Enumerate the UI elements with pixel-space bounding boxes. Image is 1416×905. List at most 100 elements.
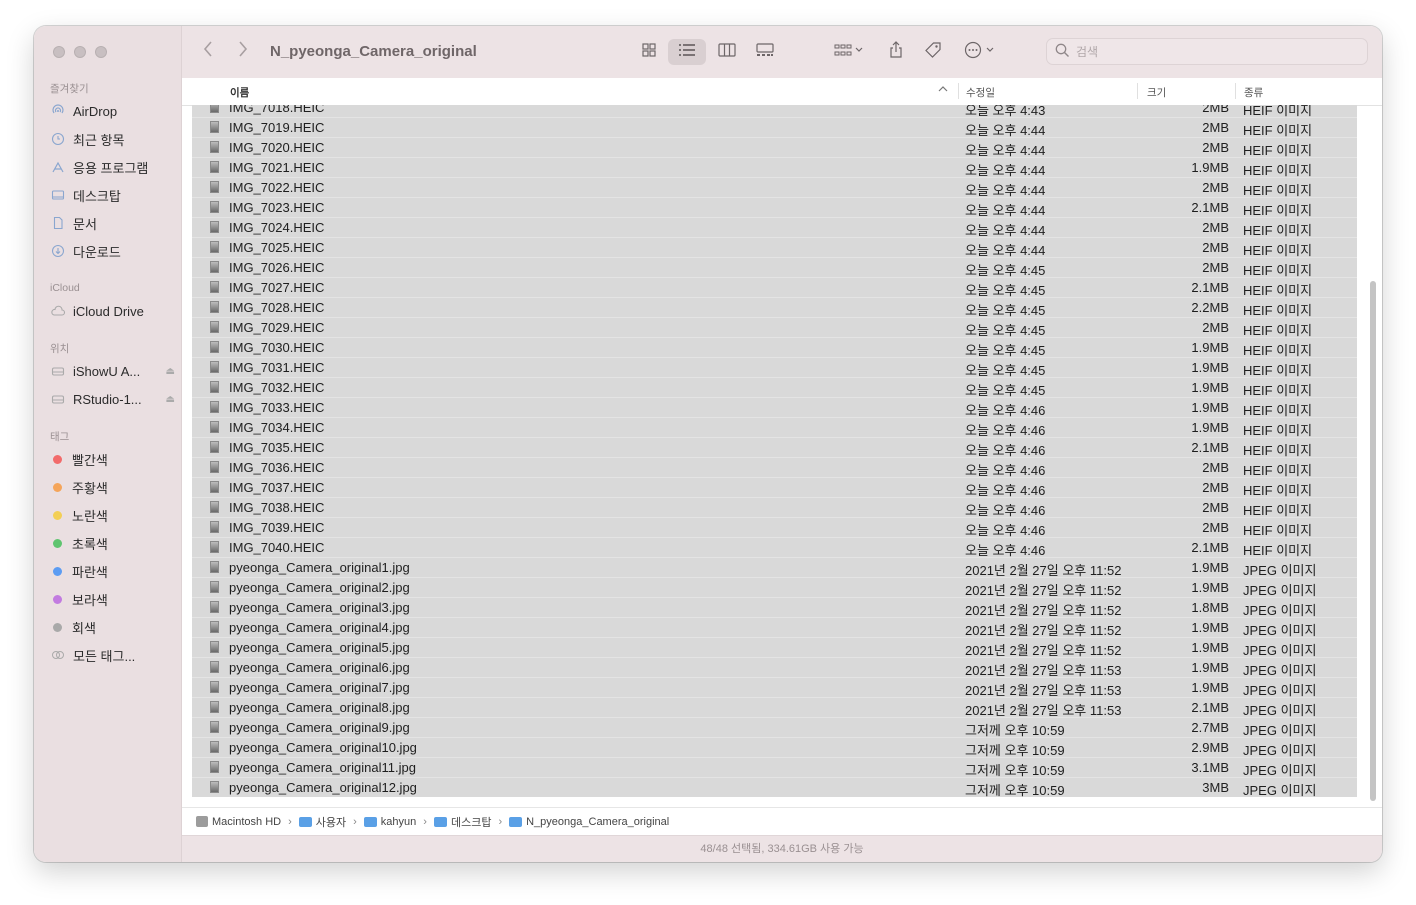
file-row[interactable]: IMG_7037.HEIC 오늘 오후 4:46 2MB HEIF 이미지 (192, 478, 1357, 498)
share-button[interactable] (884, 39, 908, 65)
file-row[interactable]: IMG_7032.HEIC 오늘 오후 4:45 1.9MB HEIF 이미지 (192, 378, 1357, 398)
path-item-home[interactable]: kahyun (363, 816, 416, 828)
file-row[interactable]: IMG_7027.HEIC 오늘 오후 4:45 2.1MB HEIF 이미지 (192, 278, 1357, 298)
file-row[interactable]: IMG_7031.HEIC 오늘 오후 4:45 1.9MB HEIF 이미지 (192, 358, 1357, 378)
sidebar-tag-all[interactable]: 모든 태그... (50, 644, 175, 666)
file-row[interactable]: IMG_7024.HEIC 오늘 오후 4:44 2MB HEIF 이미지 (192, 218, 1357, 238)
sidebar-tag-yellow[interactable]: 노란색 (50, 504, 175, 526)
group-by-button[interactable] (828, 39, 868, 65)
column-header-date[interactable]: 수정일 (966, 85, 995, 100)
file-row[interactable]: IMG_7038.HEIC 오늘 오후 4:46 2MB HEIF 이미지 (192, 498, 1357, 518)
file-row[interactable]: pyeonga_Camera_original2.jpg 2021년 2월 27일… (192, 578, 1357, 598)
file-row[interactable]: pyeonga_Camera_original9.jpg 그저께 오후 10:59… (192, 718, 1357, 738)
file-row[interactable]: pyeonga_Camera_original6.jpg 2021년 2월 27일… (192, 658, 1357, 678)
file-row[interactable]: pyeonga_Camera_original11.jpg 그저께 오후 10:5… (192, 758, 1357, 778)
sidebar-item-label: 최근 항목 (73, 132, 125, 148)
file-row[interactable]: IMG_7023.HEIC 오늘 오후 4:44 2.1MB HEIF 이미지 (192, 198, 1357, 218)
more-actions-button[interactable] (962, 39, 1000, 65)
path-item-current-folder[interactable]: N_pyeonga_Camera_original (509, 816, 669, 828)
file-date: 오늘 오후 4:46 (965, 543, 1046, 558)
image-file-icon (210, 701, 219, 713)
sidebar-item-icloud-drive[interactable]: iCloud Drive (50, 300, 175, 322)
back-chevron-icon[interactable] (202, 40, 214, 64)
sidebar-item-location-ishowu[interactable]: iShowU A... ⏏ (50, 360, 175, 382)
sidebar-tag-red[interactable]: 빨간색 (50, 448, 175, 470)
file-row[interactable]: pyeonga_Camera_original10.jpg 그저께 오후 10:5… (192, 738, 1357, 758)
file-row[interactable]: IMG_7040.HEIC 오늘 오후 4:46 2.1MB HEIF 이미지 (192, 538, 1357, 558)
file-row[interactable]: IMG_7018.HEIC 오늘 오후 4:43 2MB HEIF 이미지 (192, 105, 1357, 118)
folder-icon (433, 816, 447, 827)
vertical-scrollbar[interactable] (1370, 281, 1376, 801)
search-field[interactable]: 검색 (1046, 38, 1368, 65)
path-item-users[interactable]: 사용자 (298, 814, 347, 830)
sidebar-item-documents[interactable]: 문서 (50, 212, 175, 234)
file-row[interactable]: pyeonga_Camera_original12.jpg 그저께 오후 10:5… (192, 778, 1357, 797)
column-view-button[interactable] (714, 39, 740, 65)
file-row[interactable]: IMG_7036.HEIC 오늘 오후 4:46 2MB HEIF 이미지 (192, 458, 1357, 478)
column-divider[interactable] (1235, 83, 1236, 99)
file-kind: JPEG 이미지 (1243, 563, 1317, 578)
sidebar-tag-green[interactable]: 초록색 (50, 532, 175, 554)
file-date: 오늘 오후 4:45 (965, 303, 1046, 318)
file-row[interactable]: IMG_7022.HEIC 오늘 오후 4:44 2MB HEIF 이미지 (192, 178, 1357, 198)
file-name: pyeonga_Camera_original6.jpg (229, 660, 410, 675)
file-row[interactable]: pyeonga_Camera_original3.jpg 2021년 2월 27일… (192, 598, 1357, 618)
file-kind: JPEG 이미지 (1243, 743, 1317, 758)
sidebar-item-desktop[interactable]: 데스크탑 (50, 184, 175, 206)
column-divider[interactable] (1137, 83, 1138, 99)
file-row[interactable]: IMG_7019.HEIC 오늘 오후 4:44 2MB HEIF 이미지 (192, 118, 1357, 138)
column-divider[interactable] (958, 83, 959, 99)
image-file-icon (210, 621, 219, 633)
file-row[interactable]: IMG_7028.HEIC 오늘 오후 4:45 2.2MB HEIF 이미지 (192, 298, 1357, 318)
file-row[interactable]: IMG_7039.HEIC 오늘 오후 4:46 2MB HEIF 이미지 (192, 518, 1357, 538)
path-item-desktop[interactable]: 데스크탑 (433, 814, 491, 830)
file-row[interactable]: IMG_7035.HEIC 오늘 오후 4:46 2.1MB HEIF 이미지 (192, 438, 1357, 458)
sort-ascending-chevron-icon[interactable] (938, 83, 948, 98)
tag-button[interactable] (920, 39, 946, 65)
forward-chevron-icon[interactable] (237, 40, 249, 64)
file-row[interactable]: IMG_7034.HEIC 오늘 오후 4:46 1.9MB HEIF 이미지 (192, 418, 1357, 438)
sidebar-item-downloads[interactable]: 다운로드 (50, 240, 175, 262)
sidebar: 즐겨찾기 AirDrop 최근 항목 응용 프로그램 데스크탑 문서 다운로드 … (34, 26, 182, 862)
path-chevron-icon: › (288, 815, 292, 828)
list-view-button[interactable] (668, 39, 706, 65)
file-row[interactable]: pyeonga_Camera_original7.jpg 2021년 2월 27일… (192, 678, 1357, 698)
file-row[interactable]: IMG_7033.HEIC 오늘 오후 4:46 1.9MB HEIF 이미지 (192, 398, 1357, 418)
column-header-name[interactable]: 이름 (230, 85, 249, 100)
file-kind: JPEG 이미지 (1243, 783, 1317, 797)
sidebar-tag-orange[interactable]: 주황색 (50, 476, 175, 498)
search-icon (1055, 43, 1070, 61)
file-row[interactable]: IMG_7021.HEIC 오늘 오후 4:44 1.9MB HEIF 이미지 (192, 158, 1357, 178)
file-row[interactable]: IMG_7030.HEIC 오늘 오후 4:45 1.9MB HEIF 이미지 (192, 338, 1357, 358)
sidebar-item-airdrop[interactable]: AirDrop (50, 100, 175, 122)
image-file-icon (210, 781, 219, 793)
close-window-button[interactable] (53, 46, 65, 58)
column-header-size[interactable]: 크기 (1147, 85, 1166, 100)
file-size: 2.7MB (1191, 720, 1229, 735)
column-header-kind[interactable]: 종류 (1244, 85, 1263, 100)
path-item-label: 사용자 (315, 816, 347, 829)
file-row[interactable]: IMG_7025.HEIC 오늘 오후 4:44 2MB HEIF 이미지 (192, 238, 1357, 258)
path-item-macintosh-hd[interactable]: Macintosh HD (196, 816, 281, 828)
sidebar-tag-gray[interactable]: 회색 (50, 616, 175, 638)
sidebar-item-recents[interactable]: 최근 항목 (50, 128, 175, 150)
sidebar-item-location-rstudio[interactable]: RStudio-1... ⏏ (50, 388, 175, 410)
file-row[interactable]: IMG_7020.HEIC 오늘 오후 4:44 2MB HEIF 이미지 (192, 138, 1357, 158)
sidebar-tag-blue[interactable]: 파란색 (50, 560, 175, 582)
eject-icon[interactable]: ⏏ (166, 366, 175, 377)
gallery-view-button[interactable] (750, 39, 780, 65)
sidebar-item-applications[interactable]: 응용 프로그램 (50, 156, 175, 178)
file-row[interactable]: pyeonga_Camera_original5.jpg 2021년 2월 27일… (192, 638, 1357, 658)
file-row[interactable]: pyeonga_Camera_original4.jpg 2021년 2월 27일… (192, 618, 1357, 638)
sidebar-tag-purple[interactable]: 보라색 (50, 588, 175, 610)
file-row[interactable]: IMG_7026.HEIC 오늘 오후 4:45 2MB HEIF 이미지 (192, 258, 1357, 278)
eject-icon[interactable]: ⏏ (166, 394, 175, 405)
minimize-window-button[interactable] (74, 46, 86, 58)
zoom-window-button[interactable] (95, 46, 107, 58)
file-row[interactable]: pyeonga_Camera_original8.jpg 2021년 2월 27일… (192, 698, 1357, 718)
file-row[interactable]: pyeonga_Camera_original1.jpg 2021년 2월 27일… (192, 558, 1357, 578)
file-row[interactable]: IMG_7029.HEIC 오늘 오후 4:45 2MB HEIF 이미지 (192, 318, 1357, 338)
icon-view-button[interactable] (636, 39, 662, 65)
sidebar-item-label: 모든 태그... (73, 648, 136, 664)
file-date: 2021년 2월 27일 오후 11:52 (965, 603, 1122, 618)
